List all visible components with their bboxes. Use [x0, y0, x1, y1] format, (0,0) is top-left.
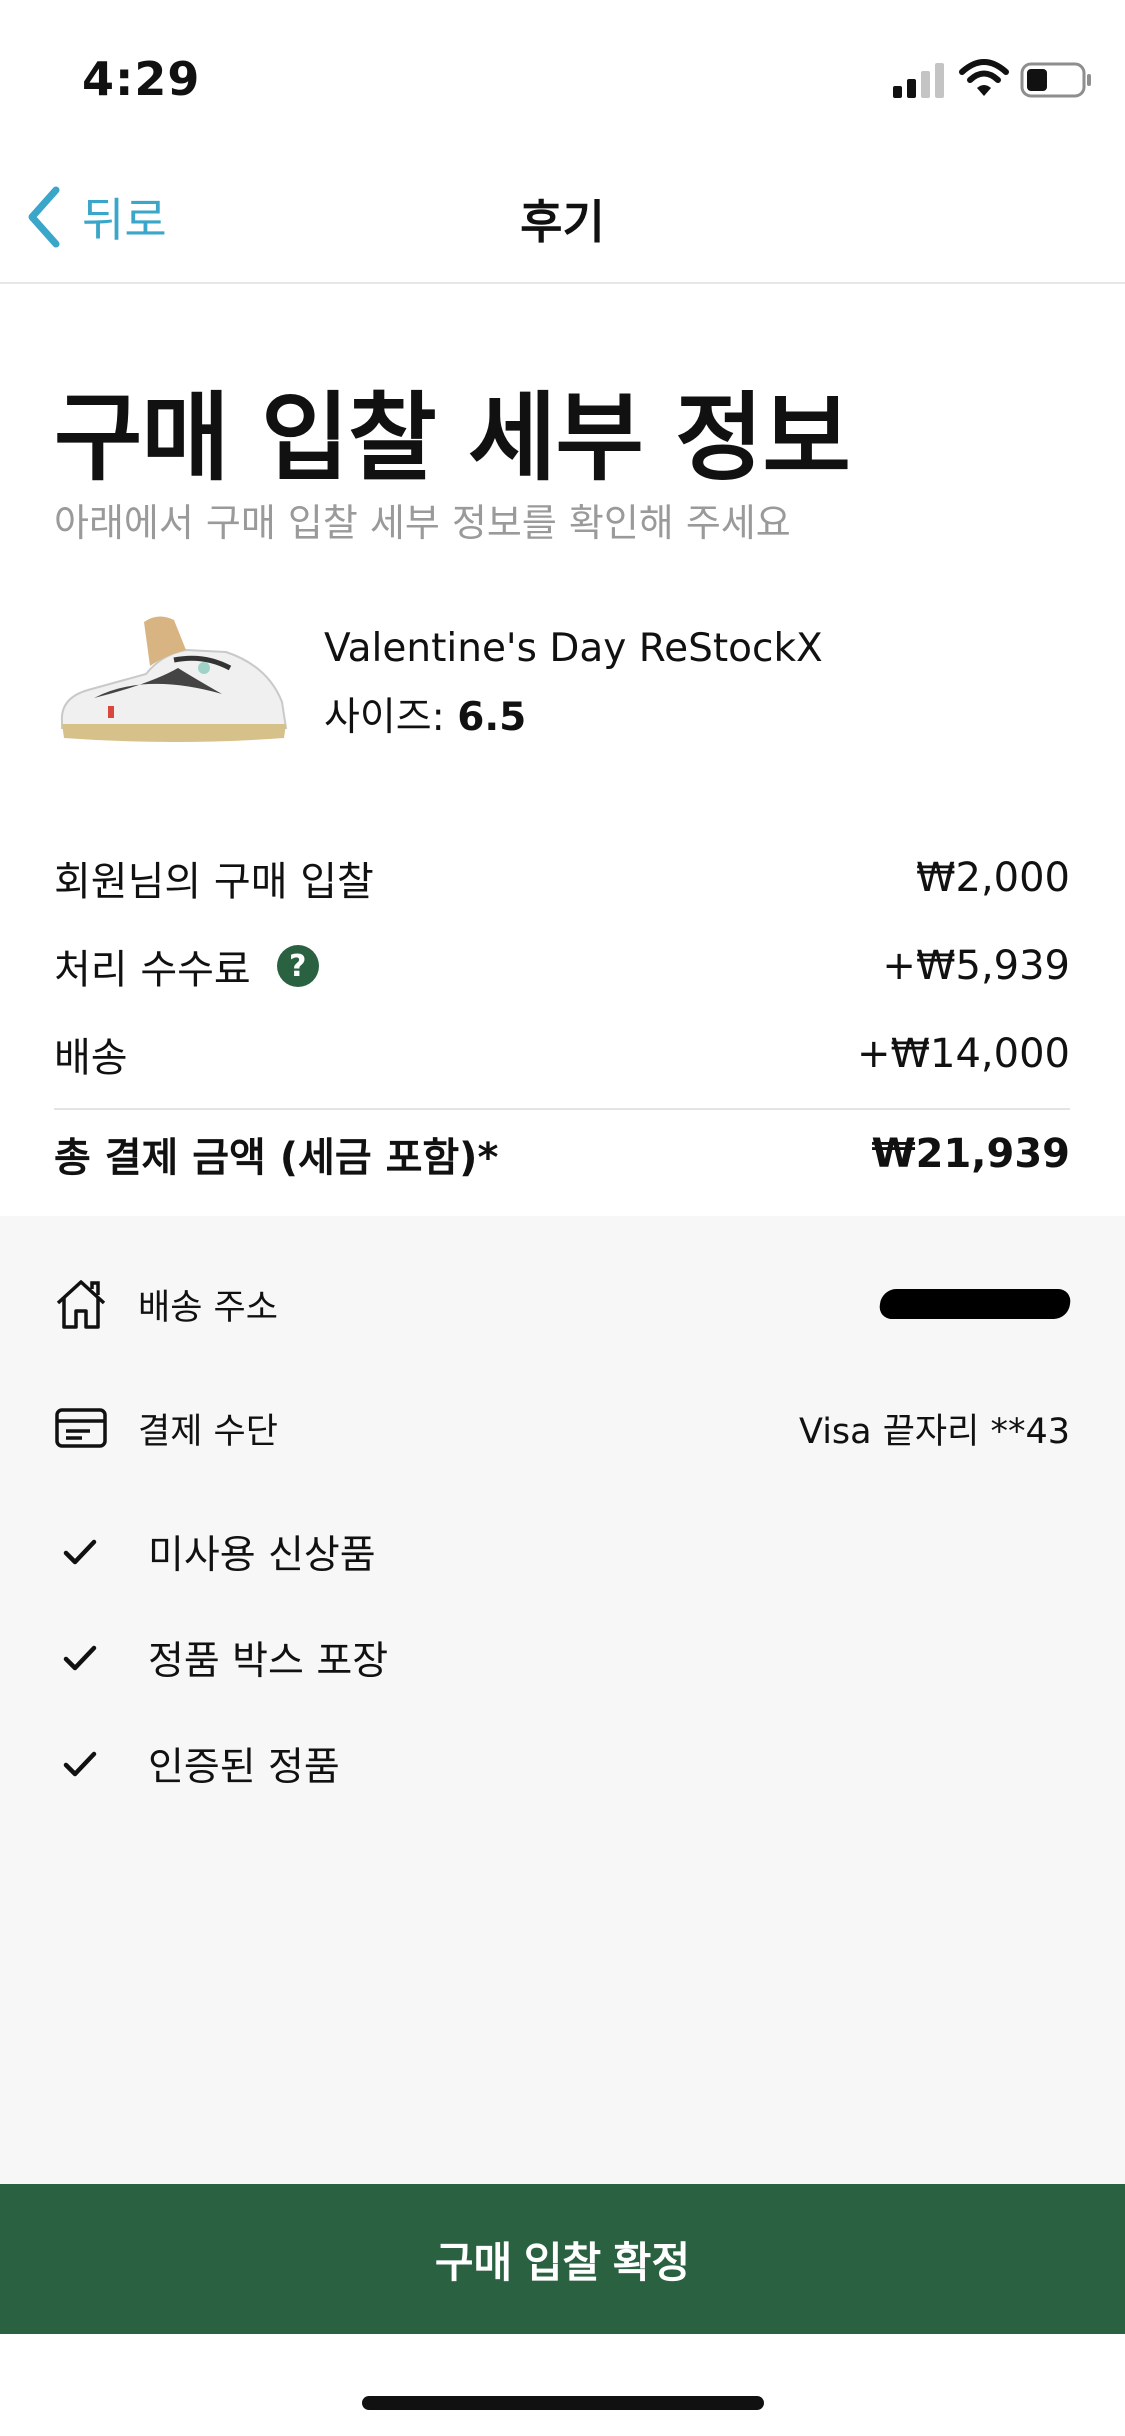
signal-icon — [893, 63, 944, 98]
fee-label: 처리 수수료 — [54, 947, 251, 993]
confirm-bid-button[interactable]: 구매 입찰 확정 — [0, 2184, 1125, 2334]
shipping-address-label-group: 배송 주소 — [54, 1277, 278, 1331]
payment-method-label-group: 결제 수단 — [54, 1401, 278, 1455]
size-label: 사이즈: — [324, 695, 445, 740]
total-value: ₩21,939 — [871, 1131, 1070, 1177]
fee-row: 처리 수수료 ? +₩5,939 — [54, 936, 1070, 996]
details-section: 배송 주소 결제 수단 Visa 끝자리 **43 미사용 신상품 정품 박스 … — [0, 1216, 1125, 2184]
shipping-label: 배송 — [54, 1035, 128, 1081]
product-name: Valentine's Day ReStockX — [324, 626, 823, 671]
checklist-label: 정품 박스 포장 — [148, 1639, 389, 1684]
product-image — [60, 616, 288, 742]
status-bar: 4:29 — [0, 0, 1125, 150]
bid-row: 회원님의 구매 입찰 ₩2,000 — [54, 848, 1070, 908]
checkmark-icon — [63, 1539, 97, 1565]
payment-method-value: Visa 끝자리 **43 — [799, 1411, 1070, 1452]
help-icon[interactable]: ? — [276, 945, 319, 987]
nav-bar: 뒤로 후기 — [0, 150, 1125, 284]
product-size: 사이즈: 6.5 — [324, 686, 526, 742]
size-value: 6.5 — [457, 695, 527, 740]
payment-method-label: 결제 수단 — [138, 1411, 278, 1452]
home-icon — [56, 1280, 106, 1329]
wifi-icon — [959, 59, 1009, 96]
credit-card-icon — [55, 1408, 107, 1448]
shipping-value: +₩14,000 — [856, 1031, 1070, 1077]
divider — [54, 1108, 1070, 1110]
total-label: 총 결제 금액 (세금 포함)* — [54, 1135, 499, 1181]
status-time: 4:29 — [82, 52, 201, 106]
payment-method-row[interactable]: 결제 수단 Visa 끝자리 **43 — [54, 1398, 1070, 1458]
page-title: 구매 입찰 세부 정보 — [54, 382, 851, 494]
bid-label: 회원님의 구매 입찰 — [54, 859, 374, 905]
checklist-item: 미사용 신상품 — [62, 1522, 376, 1582]
redacted-address — [877, 1289, 1073, 1319]
bid-review-screen: 4:29 뒤로 후기 구매 입찰 세부 정보 아래에서 구매 입찰 세부 정보를… — [0, 0, 1125, 2436]
nav-title: 후기 — [520, 195, 605, 249]
shipping-row: 배송 +₩14,000 — [54, 1024, 1070, 1084]
checklist-label: 미사용 신상품 — [148, 1533, 376, 1578]
battery-icon — [1020, 62, 1091, 98]
checkmark-icon — [63, 1751, 97, 1777]
bid-value: ₩2,000 — [915, 855, 1070, 901]
home-indicator — [362, 2396, 764, 2410]
checkmark-icon — [63, 1645, 97, 1671]
checklist-item: 인증된 정품 — [62, 1734, 340, 1794]
fee-label-group: 처리 수수료 ? — [54, 937, 319, 995]
total-row: 총 결제 금액 (세금 포함)* ₩21,939 — [54, 1124, 1070, 1184]
checklist-item: 정품 박스 포장 — [62, 1628, 388, 1688]
page-subtitle: 아래에서 구매 입찰 세부 정보를 확인해 주세요 — [54, 501, 791, 545]
checklist-label: 인증된 정품 — [148, 1745, 340, 1790]
shipping-address-row[interactable]: 배송 주소 — [54, 1274, 1073, 1334]
shipping-address-label: 배송 주소 — [138, 1287, 278, 1328]
fee-value: +₩5,939 — [882, 943, 1070, 989]
